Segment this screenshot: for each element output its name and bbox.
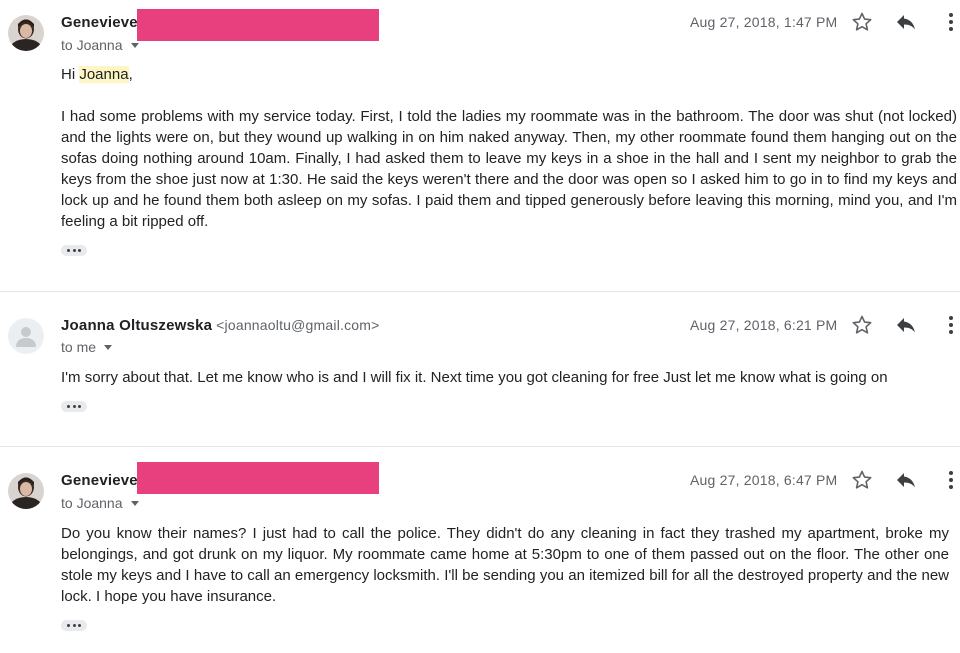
sender-avatar-default[interactable] [8,318,44,354]
more-vert-icon[interactable] [939,313,960,337]
message-body: Do you know their names? I just had to c… [61,525,949,605]
message-divider [0,446,960,447]
message-date: Aug 27, 2018, 1:47 PM [690,14,838,30]
greeting-suffix: , [128,66,133,83]
recipient-line[interactable]: to Joanna [61,37,139,53]
message-body: I had some problems with my service toda… [61,108,957,230]
sender-email: <joannaoltu@gmail.com> [216,317,380,333]
redaction-bar [137,9,379,41]
message-date: Aug 27, 2018, 6:21 PM [690,317,838,333]
chevron-down-icon[interactable] [104,344,113,350]
message-1: Genevieve to Joanna Aug 27, 2018, 1:47 P… [0,0,960,290]
star-icon[interactable] [850,313,874,337]
sender-name[interactable]: Genevieve [61,14,138,31]
greeting-name: Joanna [79,66,129,83]
chevron-down-icon[interactable] [130,500,139,506]
ellipsis-icon[interactable] [61,245,87,256]
greeting-prefix: Hi [61,66,80,83]
reply-icon[interactable] [894,313,918,337]
reply-icon[interactable] [894,468,918,492]
sender-name[interactable]: Joanna Oltuszewska <joannaoltu@gmail.com> [61,317,380,334]
sender-avatar[interactable] [8,473,44,509]
more-vert-icon[interactable] [939,10,960,34]
sender-name-text: Joanna Oltuszewska [61,317,213,334]
message-body: I'm sorry about that. Let me know who is… [61,369,888,386]
redaction-bar [137,462,379,494]
star-icon[interactable] [850,10,874,34]
message-2: Joanna Oltuszewska <joannaoltu@gmail.com>… [0,300,960,445]
recipient-label: to me [61,339,97,355]
chevron-down-icon[interactable] [130,42,139,48]
more-vert-icon[interactable] [939,468,960,492]
recipient-line[interactable]: to me [61,339,113,355]
recipient-label: to Joanna [61,495,123,511]
message-3: Genevieve to Joanna Aug 27, 2018, 6:47 P… [0,455,960,653]
reply-icon[interactable] [894,10,918,34]
sender-name[interactable]: Genevieve [61,472,138,489]
star-icon[interactable] [850,468,874,492]
greeting: Hi Joanna, [61,66,133,83]
sender-avatar[interactable] [8,15,44,51]
ellipsis-icon[interactable] [61,401,87,412]
ellipsis-icon[interactable] [61,620,87,631]
recipient-label: to Joanna [61,37,123,53]
message-divider [0,291,960,292]
message-date: Aug 27, 2018, 6:47 PM [690,472,838,488]
recipient-line[interactable]: to Joanna [61,495,139,511]
